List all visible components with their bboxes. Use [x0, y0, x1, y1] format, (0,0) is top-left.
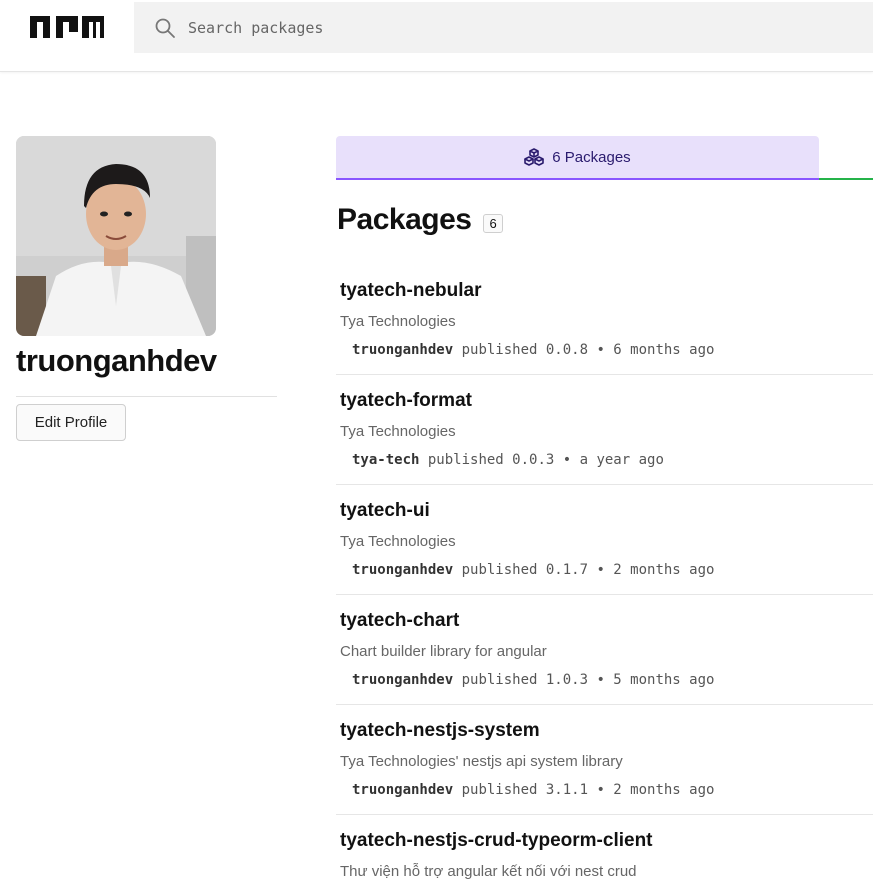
package-name-link[interactable]: tyatech-nestjs-system — [340, 720, 540, 742]
list-item: tyatech-format Tya Technologies tya-tech… — [336, 375, 873, 485]
published-info: published 1.0.3 • 5 months ago — [461, 672, 715, 688]
publisher-link[interactable]: truonganhdev — [352, 782, 453, 798]
list-item: tyatech-nestjs-crud-typeorm-client Thư v… — [336, 815, 873, 885]
published-info: published 3.1.1 • 2 months ago — [461, 782, 715, 798]
tab-packages-label: 6 Packages — [552, 148, 631, 166]
edit-profile-button[interactable]: Edit Profile — [16, 404, 126, 441]
avatar — [16, 136, 216, 336]
package-list: tyatech-nebular Tya Technologies truonga… — [336, 265, 873, 885]
publisher-link[interactable]: truonganhdev — [352, 342, 453, 358]
search-bar — [134, 2, 873, 53]
package-description: Chart builder library for angular — [340, 643, 547, 660]
package-name-link[interactable]: tyatech-nestjs-crud-typeorm-client — [340, 830, 653, 852]
package-meta: truonganhdev published 1.0.3 • 5 months … — [352, 672, 714, 688]
tab-packages[interactable]: 6 Packages — [336, 136, 819, 180]
profile-divider — [16, 396, 277, 397]
list-item: tyatech-ui Tya Technologies truonganhdev… — [336, 485, 873, 595]
package-name-link[interactable]: tyatech-nebular — [340, 280, 481, 302]
package-name-link[interactable]: tyatech-format — [340, 390, 472, 412]
npm-logo[interactable] — [30, 16, 104, 38]
list-item: tyatech-nebular Tya Technologies truonga… — [336, 265, 873, 375]
package-meta: truonganhdev published 0.0.8 • 6 months … — [352, 342, 714, 358]
tab-underline-accent — [819, 178, 873, 180]
search-input[interactable] — [188, 18, 873, 37]
package-description: Tya Technologies — [340, 313, 456, 330]
published-info: published 0.0.3 • a year ago — [427, 452, 664, 468]
publisher-link[interactable]: tya-tech — [352, 452, 419, 468]
published-info: published 0.1.7 • 2 months ago — [461, 562, 715, 578]
avatar-photo — [16, 136, 216, 336]
published-info: published 0.0.8 • 6 months ago — [461, 342, 715, 358]
packages-heading: Packages 6 — [337, 203, 503, 237]
package-count-badge: 6 — [483, 213, 503, 233]
package-meta: truonganhdev published 3.1.1 • 2 months … — [352, 782, 714, 798]
publisher-link[interactable]: truonganhdev — [352, 562, 453, 578]
package-description: Tya Technologies — [340, 533, 456, 550]
list-item: tyatech-chart Chart builder library for … — [336, 595, 873, 705]
package-name-link[interactable]: tyatech-chart — [340, 610, 459, 632]
list-item: tyatech-nestjs-system Tya Technologies' … — [336, 705, 873, 815]
package-meta: tya-tech published 0.0.3 • a year ago — [352, 452, 664, 468]
section-title: Packages — [337, 203, 472, 236]
top-header — [0, 0, 873, 72]
package-description: Tya Technologies' nestjs api system libr… — [340, 753, 623, 770]
packages-icon — [524, 148, 545, 166]
profile-username: truonganhdev — [16, 343, 217, 378]
publisher-link[interactable]: truonganhdev — [352, 672, 453, 688]
package-meta: truonganhdev published 0.1.7 • 2 months … — [352, 562, 714, 578]
search-icon[interactable] — [154, 17, 176, 39]
package-name-link[interactable]: tyatech-ui — [340, 500, 430, 522]
package-description: Thư viện hỗ trợ angular kết nối với nest… — [340, 863, 637, 880]
package-description: Tya Technologies — [340, 423, 456, 440]
